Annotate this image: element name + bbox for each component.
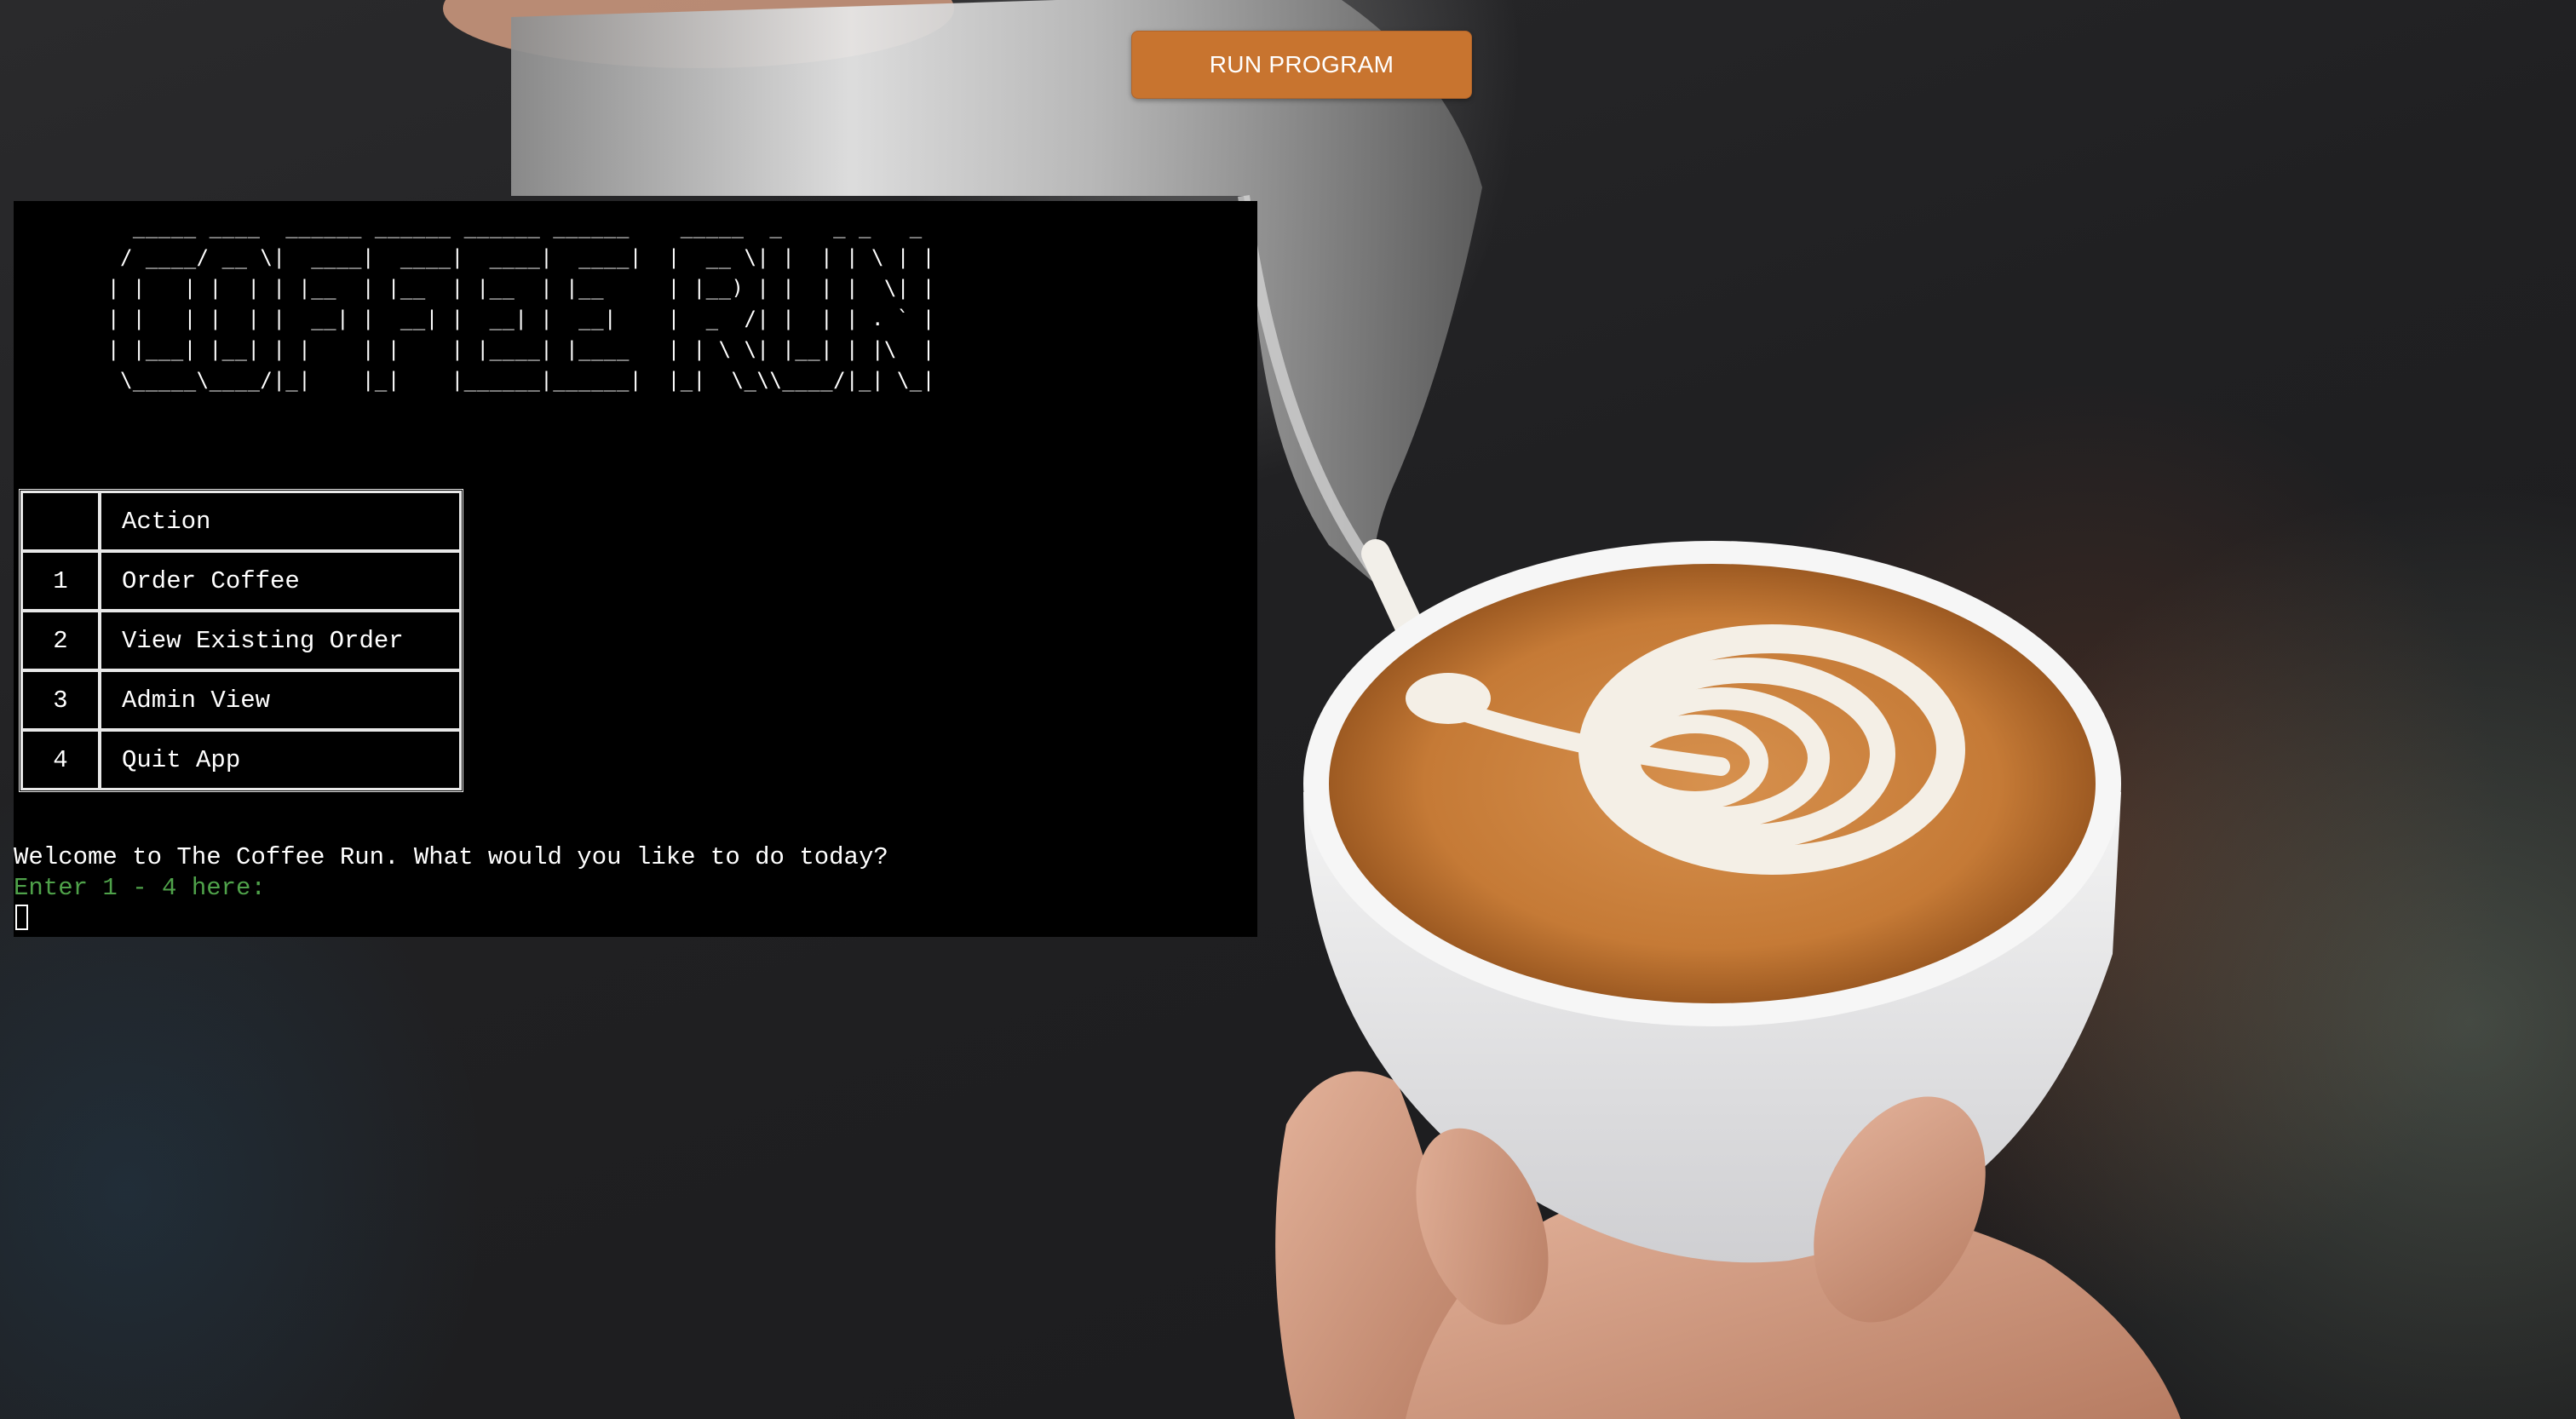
table-header-num (21, 491, 100, 551)
menu-table: Action 1 Order Coffee 2 View Existing Or… (19, 489, 463, 792)
input-prompt: Enter 1 - 4 here: (14, 874, 266, 902)
menu-option-number: 1 (21, 551, 100, 611)
ascii-line: | |___| |__| | | | | | |____| |____ | | … (107, 337, 935, 361)
table-header-action: Action (100, 491, 461, 551)
ascii-line: / ____/ __ \| ____| ____| ____| ____| | … (107, 245, 935, 269)
ascii-line: \_____\____/|_| |_| |______|______| |_| … (107, 368, 935, 392)
menu-option-label: Admin View (100, 670, 461, 730)
menu-option-label: View Existing Order (100, 611, 461, 670)
ascii-title-coffee-run: _____ ____ ______ ______ ______ ______ _… (107, 211, 935, 395)
menu-option-label: Order Coffee (100, 551, 461, 611)
ascii-line: | | | | | | __| | __| | __| | __| | _ /|… (107, 307, 935, 330)
table-row: 3 Admin View (21, 670, 461, 730)
table-row: 4 Quit App (21, 730, 461, 790)
welcome-message: Welcome to The Coffee Run. What would yo… (14, 843, 888, 871)
terminal-cursor[interactable] (15, 905, 28, 930)
menu-option-number: 3 (21, 670, 100, 730)
menu-option-label: Quit App (100, 730, 461, 790)
ascii-line: _____ ____ ______ ______ ______ ______ _… (107, 215, 935, 238)
table-header-row: Action (21, 491, 461, 551)
menu-option-number: 4 (21, 730, 100, 790)
table-row: 1 Order Coffee (21, 551, 461, 611)
table-row: 2 View Existing Order (21, 611, 461, 670)
terminal-window[interactable]: _____ ____ ______ ______ ______ ______ _… (14, 201, 1257, 937)
page: RUN PROGRAM _____ ____ ______ ______ ___… (0, 0, 2576, 1419)
ascii-line: | | | | | | |__ | |__ | |__ | |__ | |__)… (107, 276, 935, 300)
run-program-button[interactable]: RUN PROGRAM (1131, 31, 1472, 99)
menu-option-number: 2 (21, 611, 100, 670)
